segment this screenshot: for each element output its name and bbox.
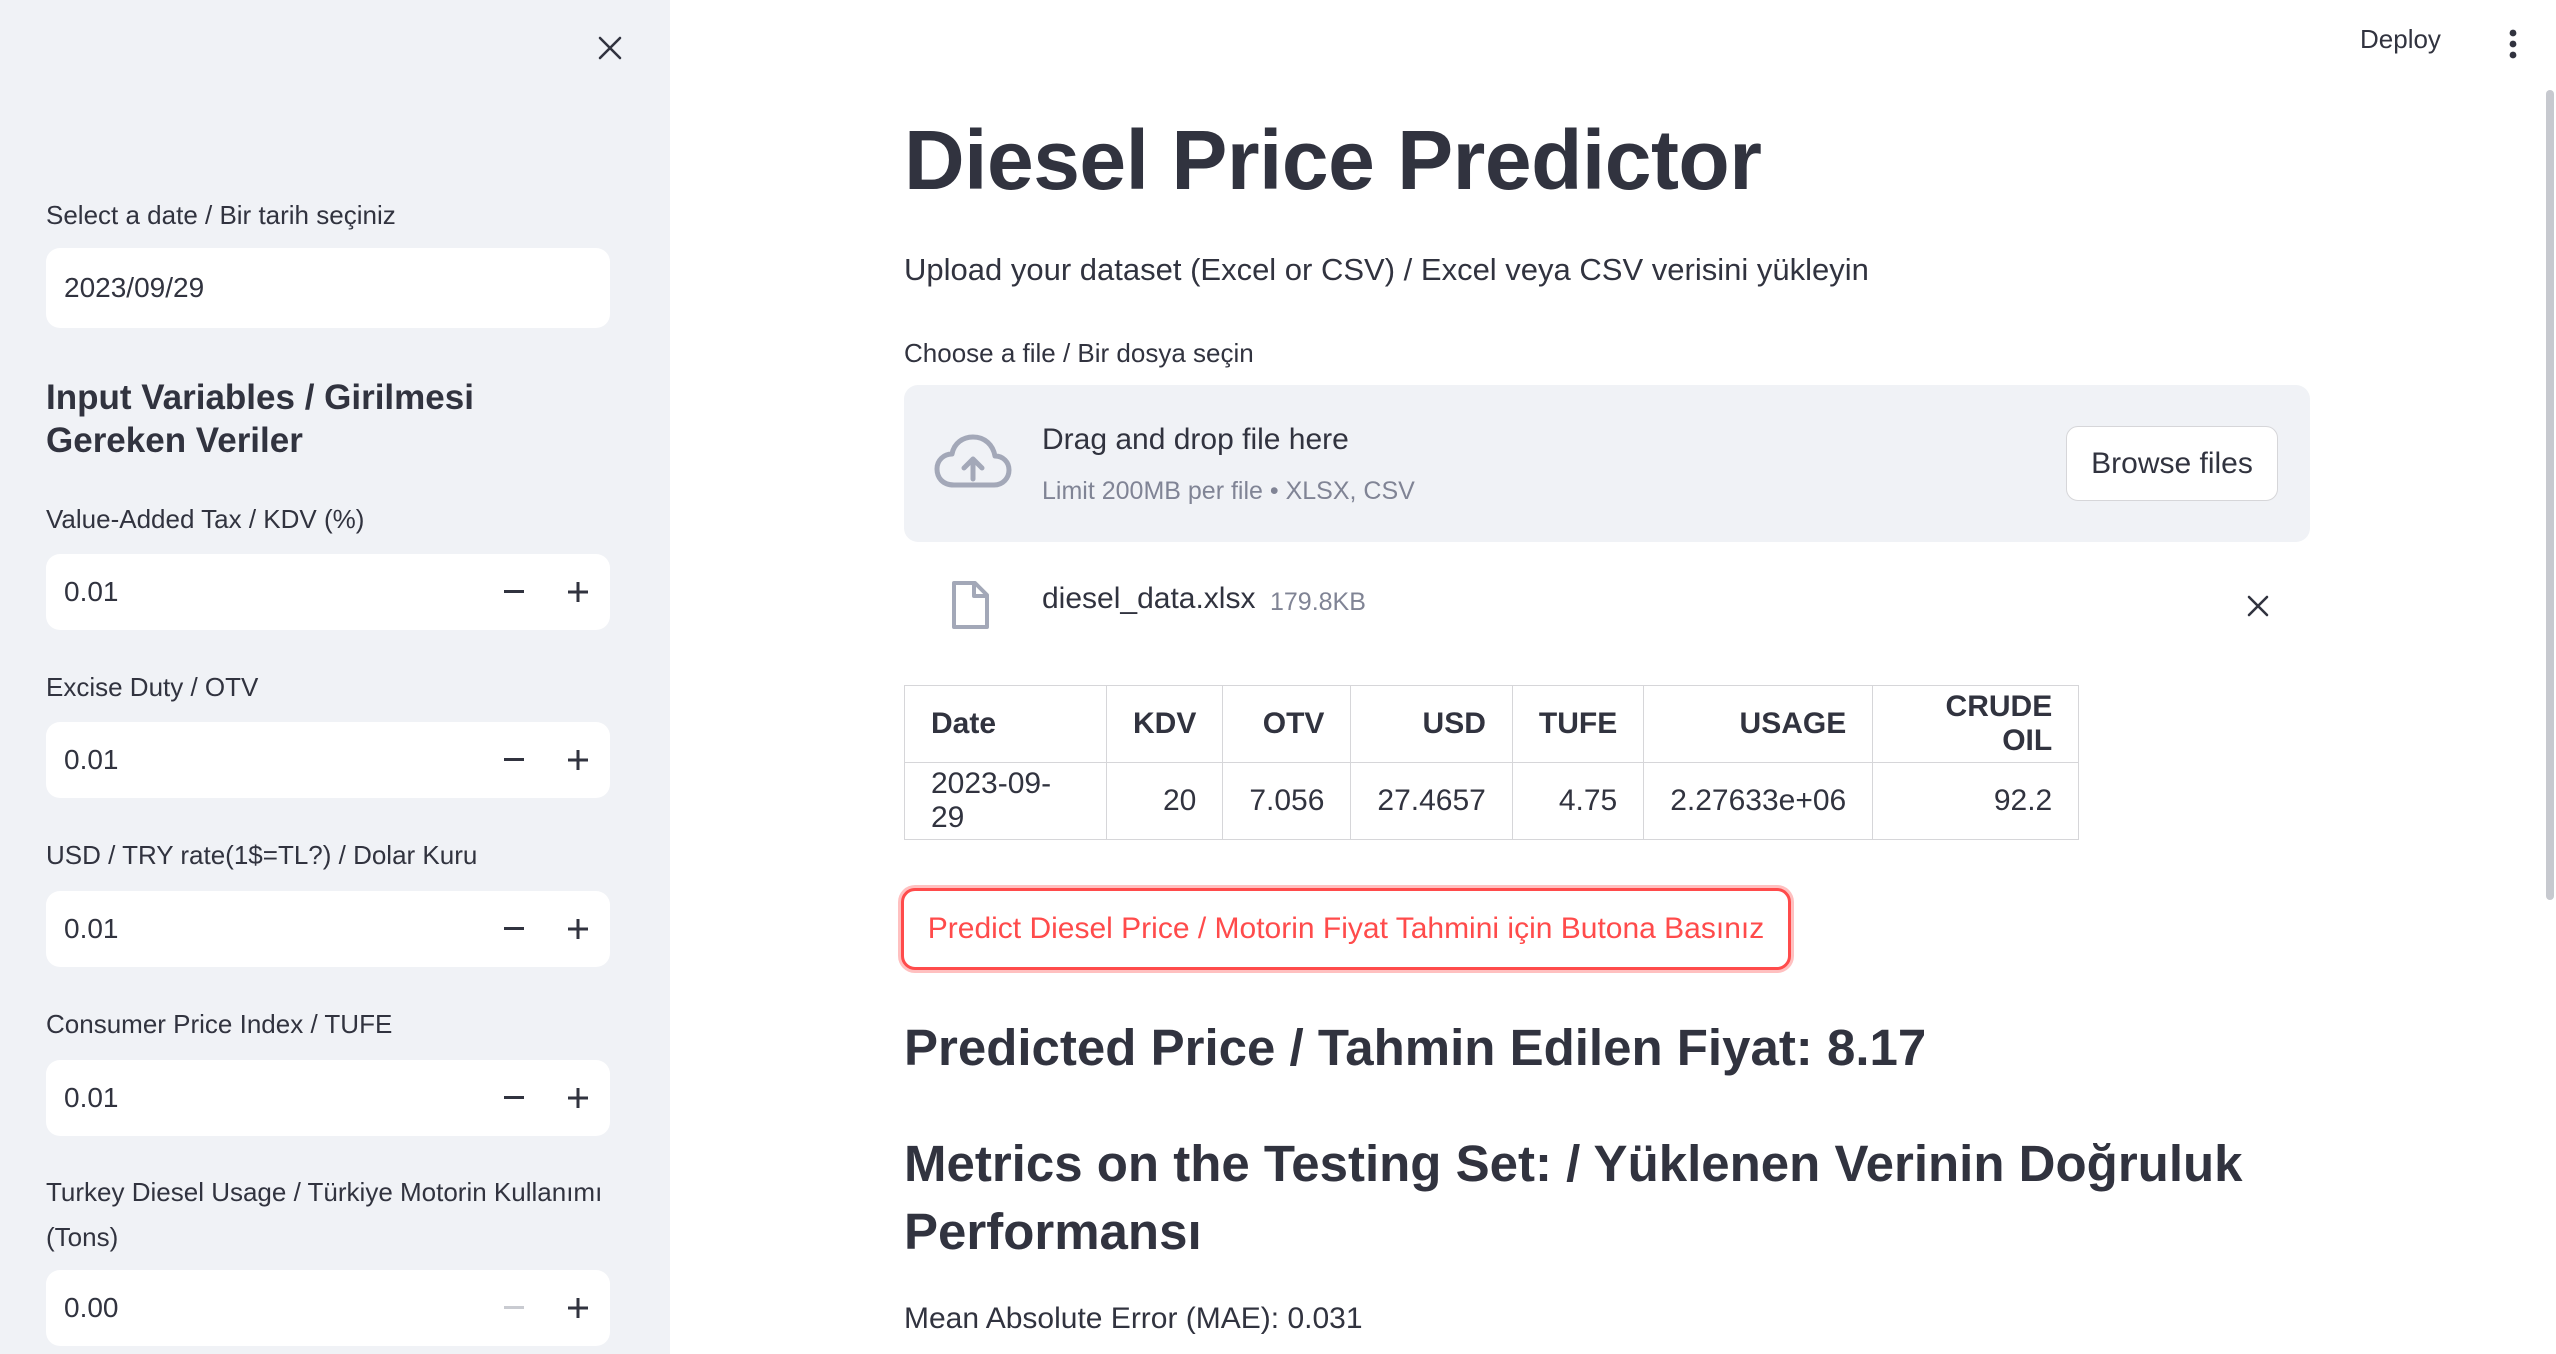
usd-number-input: 0.01: [46, 891, 610, 967]
column-header[interactable]: OTV: [1222, 685, 1352, 763]
otv-value[interactable]: 0.01: [46, 744, 482, 776]
plus-icon: [568, 750, 588, 770]
page-subtitle: Upload your dataset (Excel or CSV) / Exc…: [904, 252, 1869, 287]
otv-decrement-button[interactable]: [482, 722, 546, 798]
dropzone-limit: Limit 200MB per file • XLSX, CSV: [1042, 477, 1415, 505]
column-header[interactable]: USD: [1350, 685, 1513, 763]
table-cell: 27.4657: [1350, 762, 1513, 840]
usage-number-input: 0.00: [46, 1270, 610, 1346]
kdv-label: Value-Added Tax / KDV (%): [46, 504, 365, 534]
otv-increment-button[interactable]: [546, 722, 610, 798]
uploaded-file-row: diesel_data.xlsx 179.8KB: [904, 570, 2310, 640]
sidebar: Select a date / Bir tarih seçiniz 2023/0…: [0, 0, 670, 1354]
kdv-increment-button[interactable]: [546, 554, 610, 630]
plus-icon: [568, 919, 588, 939]
mae-metric: Mean Absolute Error (MAE): 0.031: [904, 1302, 1363, 1335]
table-cell: 92.2: [1872, 762, 2080, 840]
page-title: Diesel Price Predictor: [904, 113, 1762, 207]
table-cell: 4.75: [1511, 762, 1645, 840]
kdv-decrement-button[interactable]: [482, 554, 546, 630]
file-uploader-label: Choose a file / Bir dosya seçin: [904, 338, 1254, 368]
tufe-increment-button[interactable]: [546, 1060, 610, 1136]
usd-label: USD / TRY rate(1$=TL?) / Dolar Kuru: [46, 840, 478, 870]
file-dropzone[interactable]: Drag and drop file here Limit 200MB per …: [904, 385, 2310, 542]
remove-file-button[interactable]: [2236, 584, 2280, 628]
sidebar-close-button[interactable]: [588, 28, 632, 72]
uploaded-file-size: 179.8KB: [1270, 588, 1366, 616]
plus-icon: [568, 1298, 588, 1318]
column-header[interactable]: KDV: [1105, 685, 1224, 763]
usage-decrement-button[interactable]: [482, 1270, 546, 1346]
deploy-button[interactable]: Deploy: [2360, 24, 2441, 55]
plus-icon: [568, 1088, 588, 1108]
tufe-decrement-button[interactable]: [482, 1060, 546, 1136]
minus-icon: [504, 927, 524, 930]
usd-increment-button[interactable]: [546, 891, 610, 967]
date-label: Select a date / Bir tarih seçiniz: [46, 200, 396, 230]
tufe-number-input: 0.01: [46, 1060, 610, 1136]
usage-increment-button[interactable]: [546, 1270, 610, 1346]
input-variables-heading: Input Variables / Girilmesi Gereken Veri…: [46, 378, 474, 460]
browse-files-button[interactable]: Browse files: [2066, 426, 2278, 501]
usage-label: Turkey Diesel Usage / Türkiye Motorin Ku…: [46, 1177, 603, 1252]
close-icon: [2247, 595, 2269, 617]
cloud-upload-icon: [934, 433, 1012, 498]
tufe-value[interactable]: 0.01: [46, 1082, 482, 1114]
table-cell: 2.27633e+06: [1643, 762, 1874, 840]
column-header[interactable]: TUFE: [1511, 685, 1645, 763]
uploaded-file-name: diesel_data.xlsx: [1042, 582, 1256, 615]
app: Select a date / Bir tarih seçiniz 2023/0…: [0, 0, 2556, 1354]
main-menu-button[interactable]: [2498, 24, 2528, 64]
predicted-price: Predicted Price / Tahmin Edilen Fiyat: 8…: [904, 1019, 1927, 1076]
otv-number-input: 0.01: [46, 722, 610, 798]
kdv-value[interactable]: 0.01: [46, 576, 482, 608]
minus-icon: [504, 590, 524, 593]
minus-icon: [504, 758, 524, 761]
usage-value[interactable]: 0.00: [46, 1292, 482, 1324]
table-row: 2023-09-29 20 7.056 27.4657 4.75 2.27633…: [904, 762, 2080, 840]
more-vertical-icon: [2509, 29, 2517, 59]
dropzone-instructions: Drag and drop file here: [1042, 423, 1349, 456]
usd-value[interactable]: 0.01: [46, 913, 482, 945]
column-header[interactable]: Date: [904, 685, 1107, 763]
column-header[interactable]: CRUDE OIL: [1872, 685, 2080, 763]
tufe-label: Consumer Price Index / TUFE: [46, 1009, 393, 1039]
date-input[interactable]: 2023/09/29: [46, 248, 610, 328]
minus-icon: [504, 1096, 524, 1099]
main-scrollbar[interactable]: [2546, 90, 2554, 900]
close-icon: [597, 35, 623, 66]
column-header[interactable]: USAGE: [1643, 685, 1874, 763]
table-cell: 7.056: [1222, 762, 1352, 840]
minus-icon: [504, 1306, 524, 1309]
table-cell: 20: [1105, 762, 1224, 840]
metrics-heading: Metrics on the Testing Set: / Yüklenen V…: [904, 1135, 2243, 1260]
predict-button[interactable]: Predict Diesel Price / Motorin Fiyat Tah…: [901, 888, 1791, 970]
usd-decrement-button[interactable]: [482, 891, 546, 967]
plus-icon: [568, 582, 588, 602]
kdv-number-input: 0.01: [46, 554, 610, 630]
otv-label: Excise Duty / OTV: [46, 672, 259, 702]
data-table: Date KDV OTV USD TUFE USAGE CRUDE OIL 20…: [904, 685, 2080, 840]
table-cell: 2023-09-29: [904, 762, 1107, 840]
table-header-row: Date KDV OTV USD TUFE USAGE CRUDE OIL: [904, 685, 2080, 763]
file-icon: [950, 580, 990, 635]
